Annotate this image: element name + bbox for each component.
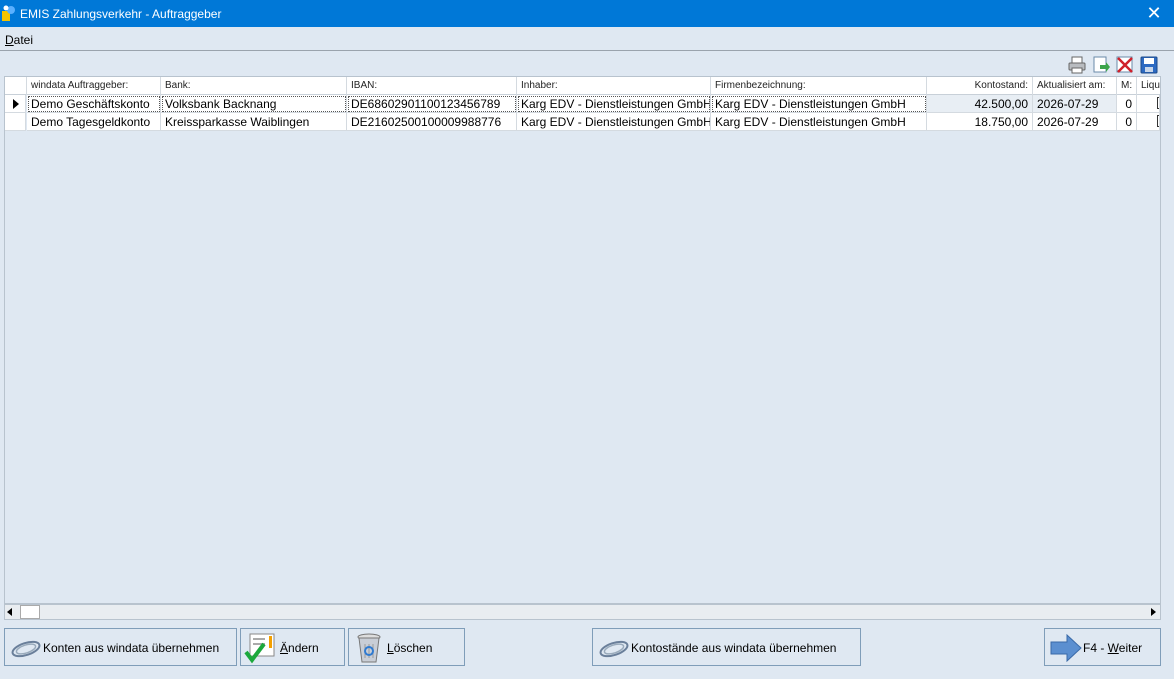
col-header-kontostand[interactable]: Kontostand:: [927, 77, 1033, 95]
col-header-liqu[interactable]: Liqu: [1137, 77, 1160, 95]
loeschen-label: Löschen: [387, 641, 432, 655]
cell-aktualisiert[interactable]: 2026-07-29: [1033, 113, 1117, 131]
loeschen-accel: L: [387, 641, 394, 655]
cell-iban[interactable]: DE68602901100123456789: [347, 95, 517, 113]
col-header-bank[interactable]: Bank:: [161, 77, 347, 95]
export-icon[interactable]: [1091, 55, 1111, 75]
delete-icon[interactable]: [1115, 55, 1135, 75]
aendern-label: Ändern: [280, 641, 319, 655]
weiter-button[interactable]: F4 - Weiter: [1044, 628, 1161, 666]
row-indicator[interactable]: [5, 95, 26, 113]
kontostaende-uebernehmen-label: Kontostände aus windata übernehmen: [631, 641, 837, 655]
cell-inhaber[interactable]: Karg EDV - Dienstleistungen GmbH: [517, 113, 711, 131]
col-header-firmenbezeichnung[interactable]: Firmenbezeichnung:: [711, 77, 927, 95]
loeschen-rest: öschen: [393, 641, 433, 655]
title-bar: EMIS Zahlungsverkehr - Auftraggeber ✕: [0, 0, 1174, 27]
cell-firmenbezeichnung[interactable]: Karg EDV - Dienstleistungen GmbH: [711, 113, 927, 131]
aendern-accel: Ä: [280, 641, 289, 655]
cell-m[interactable]: 0: [1117, 113, 1137, 131]
cell-bank[interactable]: Volksbank Backnang: [161, 95, 347, 113]
col-header-m[interactable]: M:: [1117, 77, 1137, 95]
current-row-arrow-icon: [13, 99, 19, 109]
recycle-bin-icon: [357, 633, 381, 663]
cell-kontostand[interactable]: 42.500,00: [927, 95, 1033, 113]
scroll-thumb[interactable]: [20, 605, 40, 619]
cell-iban[interactable]: DE21602500100009988776: [347, 113, 517, 131]
close-button[interactable]: ✕: [1134, 0, 1174, 27]
cell-kontostand[interactable]: 18.750,00: [927, 113, 1033, 131]
loeschen-button[interactable]: Löschen: [348, 628, 465, 666]
weiter-label: F4 - Weiter: [1083, 641, 1142, 655]
cell-auftraggeber[interactable]: Demo Tagesgeldkonto: [27, 113, 161, 131]
col-header-inhaber[interactable]: Inhaber:: [517, 77, 711, 95]
menu-datei-accel: D: [5, 33, 14, 47]
app-icon: [2, 5, 15, 21]
edit-check-icon: [244, 633, 275, 664]
col-header-iban[interactable]: IBAN:: [347, 77, 517, 95]
auftraggeber-table[interactable]: windata Auftraggeber: Bank: IBAN: Inhabe…: [4, 76, 1161, 604]
checkbox-icon: [1157, 97, 1159, 109]
window-title: EMIS Zahlungsverkehr - Auftraggeber: [20, 7, 222, 21]
table-header: windata Auftraggeber: Bank: IBAN: Inhabe…: [5, 77, 1160, 95]
cell-auftraggeber[interactable]: Demo Geschäftskonto: [27, 95, 161, 113]
scroll-right-icon[interactable]: [1151, 608, 1156, 616]
scroll-left-icon[interactable]: [7, 608, 12, 616]
cell-firmenbezeichnung[interactable]: Karg EDV - Dienstleistungen GmbH: [711, 95, 927, 113]
windata-icon: [599, 640, 629, 658]
table-row[interactable]: Demo Geschäftskonto Volksbank Backnang D…: [5, 95, 1160, 113]
weiter-prefix: F4 -: [1083, 641, 1108, 655]
aendern-rest: ndern: [288, 641, 319, 655]
konten-uebernehmen-label: Konten aus windata übernehmen: [43, 641, 220, 655]
checkbox-icon: [1157, 115, 1159, 127]
col-header-aktualisiert[interactable]: Aktualisiert am:: [1033, 77, 1117, 95]
row-indicator[interactable]: [5, 113, 26, 131]
cell-liqu-checkbox[interactable]: [1137, 95, 1160, 113]
weiter-accel: W: [1107, 641, 1119, 655]
horizontal-scrollbar[interactable]: [4, 604, 1161, 620]
cell-liqu-checkbox[interactable]: [1137, 113, 1160, 131]
arrow-right-icon: [1050, 634, 1082, 662]
cell-m[interactable]: 0: [1117, 95, 1137, 113]
printer-icon[interactable]: [1067, 55, 1087, 75]
col-header-auftraggeber[interactable]: windata Auftraggeber:: [27, 77, 161, 95]
row-indicator-header: [5, 77, 27, 95]
menu-bar: Datei: [0, 27, 1174, 51]
save-icon[interactable]: [1139, 55, 1159, 75]
aendern-button[interactable]: Ändern: [240, 628, 345, 666]
cell-inhaber[interactable]: Karg EDV - Dienstleistungen GmbH: [517, 95, 711, 113]
menu-datei-rest: atei: [13, 33, 34, 47]
konten-uebernehmen-button[interactable]: Konten aus windata übernehmen: [4, 628, 237, 666]
cell-aktualisiert[interactable]: 2026-07-29: [1033, 95, 1117, 113]
kontostaende-uebernehmen-button[interactable]: Kontostände aus windata übernehmen: [592, 628, 861, 666]
cell-bank[interactable]: Kreissparkasse Waiblingen: [161, 113, 347, 131]
table-row[interactable]: Demo Tagesgeldkonto Kreissparkasse Waibl…: [5, 113, 1160, 131]
windata-icon: [11, 640, 41, 658]
menu-datei[interactable]: Datei: [5, 33, 33, 47]
weiter-rest: eiter: [1118, 641, 1143, 655]
